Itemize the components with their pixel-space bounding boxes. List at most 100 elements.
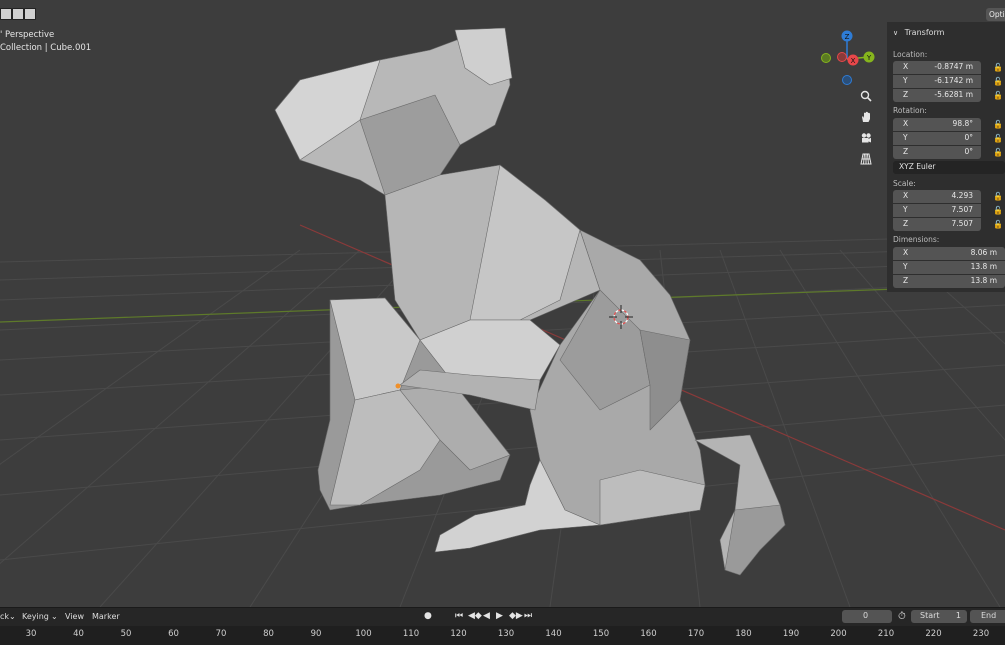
dimensions-x-field[interactable]: X 8.06 m bbox=[893, 247, 1005, 260]
frame-ruler[interactable]: 30 40 50 60 70 80 90 100 110 120 130 140 150 160 170 18… bbox=[0, 626, 1005, 645]
axis-label: Y bbox=[903, 262, 908, 271]
scale-x-field[interactable]: X 4.293 bbox=[893, 190, 981, 203]
select-mode-vertex-button[interactable] bbox=[0, 8, 12, 20]
3d-viewport[interactable]: ' Perspective Collection | Cube.001 Z Y … bbox=[0, 0, 1005, 607]
ruler-tick-label: 220 bbox=[925, 629, 942, 639]
select-mode-face-button[interactable] bbox=[24, 8, 36, 20]
end-label: End bbox=[981, 611, 997, 620]
lock-icon[interactable]: 🔓 bbox=[993, 134, 1003, 143]
axis-label: Y bbox=[903, 76, 908, 85]
grid-perspective-icon[interactable] bbox=[857, 150, 875, 168]
object-origin bbox=[395, 383, 401, 389]
stopwatch-icon[interactable]: ⏱ bbox=[898, 611, 906, 622]
next-keyframe-icon[interactable]: ◆▶ bbox=[509, 611, 523, 621]
collection-label: Collection | Cube.001 bbox=[0, 43, 92, 53]
lock-icon[interactable]: 🔓 bbox=[993, 206, 1003, 215]
rotation-y-field[interactable]: Y 0° bbox=[893, 132, 981, 145]
ruler-tick-label: 50 bbox=[120, 629, 132, 639]
location-x-field[interactable]: X -0.8747 m bbox=[893, 61, 981, 74]
keying-menu[interactable]: Keying bbox=[22, 612, 49, 621]
gizmo-neg-x-axis bbox=[837, 52, 847, 62]
start-label: Start bbox=[920, 611, 940, 620]
gizmo-neg-z-axis bbox=[842, 75, 852, 85]
dimensions-label: Dimensions: bbox=[893, 235, 940, 244]
record-icon[interactable]: ● bbox=[424, 611, 432, 621]
rotation-mode-value: XYZ Euler bbox=[899, 162, 936, 171]
rotation-z-value: 0° bbox=[964, 147, 973, 156]
rotation-x-value: 98.8° bbox=[952, 119, 973, 128]
rotation-mode-dropdown[interactable]: XYZ Euler bbox=[893, 161, 1005, 174]
scale-z-value: 7.507 bbox=[951, 219, 973, 228]
location-y-field[interactable]: Y -6.1742 m bbox=[893, 75, 981, 88]
ruler-tick-label: 180 bbox=[735, 629, 752, 639]
play-reverse-icon[interactable]: ◀ bbox=[483, 611, 490, 621]
lock-icon[interactable]: 🔓 bbox=[993, 148, 1003, 157]
ruler-tick-label: 170 bbox=[687, 629, 705, 639]
location-x-value: -0.8747 m bbox=[934, 62, 973, 71]
lock-icon[interactable]: 🔓 bbox=[993, 192, 1003, 201]
scale-y-field[interactable]: Y 7.507 bbox=[893, 204, 981, 217]
lock-icon[interactable]: 🔓 bbox=[993, 77, 1003, 86]
transform-title: Transform bbox=[904, 28, 945, 37]
rotation-label: Rotation: bbox=[893, 106, 927, 115]
current-frame-field[interactable]: 0 bbox=[842, 610, 892, 623]
ruler-tick-label: 120 bbox=[450, 629, 467, 639]
transform-section-header[interactable]: ∨ Transform bbox=[893, 28, 944, 37]
end-frame-field[interactable]: End bbox=[970, 610, 1005, 623]
gizmo-neg-y-axis bbox=[821, 53, 831, 63]
ruler-tick-label: 210 bbox=[877, 629, 895, 639]
scale-y-value: 7.507 bbox=[951, 205, 973, 214]
jump-start-icon[interactable]: ⏮ bbox=[455, 611, 463, 621]
lock-icon[interactable]: 🔓 bbox=[993, 220, 1003, 229]
play-icon[interactable]: ▶ bbox=[496, 611, 503, 621]
ruler-tick-label: 110 bbox=[402, 629, 420, 639]
options-button[interactable]: Opti bbox=[986, 8, 1005, 21]
dimensions-z-value: 13.8 m bbox=[970, 276, 997, 285]
lock-icon[interactable]: 🔓 bbox=[993, 91, 1003, 100]
scale-x-value: 4.293 bbox=[951, 191, 973, 200]
gizmo-x-label: X bbox=[851, 57, 856, 65]
axis-label: Z bbox=[903, 219, 909, 228]
view-menu[interactable]: View bbox=[65, 612, 84, 621]
zoom-icon[interactable] bbox=[857, 87, 875, 105]
dimensions-y-field[interactable]: Y 13.8 m bbox=[893, 261, 1005, 274]
view-label: ' Perspective bbox=[0, 30, 55, 40]
prev-keyframe-icon[interactable]: ◀◆ bbox=[468, 611, 482, 621]
location-z-value: -5.6281 m bbox=[934, 90, 973, 99]
rotation-z-field[interactable]: Z 0° bbox=[893, 146, 981, 159]
scale-z-field[interactable]: Z 7.507 bbox=[893, 218, 981, 231]
location-z-field[interactable]: Z -5.6281 m bbox=[893, 89, 981, 102]
ruler-tick-label: 130 bbox=[497, 629, 515, 639]
viewport-header bbox=[0, 0, 1005, 22]
ruler-tick-label: 90 bbox=[310, 629, 322, 639]
ruler-tick-label: 230 bbox=[972, 629, 990, 639]
rotation-y-value: 0° bbox=[964, 133, 973, 142]
hand-pan-icon[interactable] bbox=[857, 108, 875, 126]
dimensions-y-value: 13.8 m bbox=[970, 262, 997, 271]
rotation-x-field[interactable]: X 98.8° bbox=[893, 118, 981, 131]
playback-menu[interactable]: ck bbox=[0, 612, 9, 621]
select-mode-edge-button[interactable] bbox=[12, 8, 24, 20]
mouse-mesh bbox=[274, 27, 786, 576]
jump-end-icon[interactable]: ⏭ bbox=[524, 611, 532, 621]
dimensions-z-field[interactable]: Z 13.8 m bbox=[893, 275, 1005, 288]
scale-label: Scale: bbox=[893, 179, 916, 188]
ruler-tick-label: 70 bbox=[215, 629, 227, 639]
axis-label: Z bbox=[903, 276, 909, 285]
chevron-down-icon: ⌄ bbox=[51, 612, 58, 621]
axis-label: Z bbox=[903, 90, 909, 99]
ruler-tick-label: 40 bbox=[73, 629, 84, 639]
lock-icon[interactable]: 🔓 bbox=[993, 120, 1003, 129]
ruler-tick-label: 160 bbox=[640, 629, 657, 639]
lock-icon[interactable]: 🔓 bbox=[993, 63, 1003, 72]
marker-menu[interactable]: Marker bbox=[92, 612, 120, 621]
navigation-gizmo[interactable]: Z Y X bbox=[812, 26, 882, 96]
location-label: Location: bbox=[893, 50, 928, 59]
ruler-tick-label: 30 bbox=[25, 629, 37, 639]
start-frame-field[interactable]: Start 1 bbox=[911, 610, 967, 623]
ruler-tick-label: 140 bbox=[545, 629, 562, 639]
camera-icon[interactable] bbox=[857, 129, 875, 147]
ruler-tick-label: 200 bbox=[830, 629, 847, 639]
axis-label: X bbox=[903, 191, 909, 200]
ruler-tick-label: 150 bbox=[592, 629, 610, 639]
